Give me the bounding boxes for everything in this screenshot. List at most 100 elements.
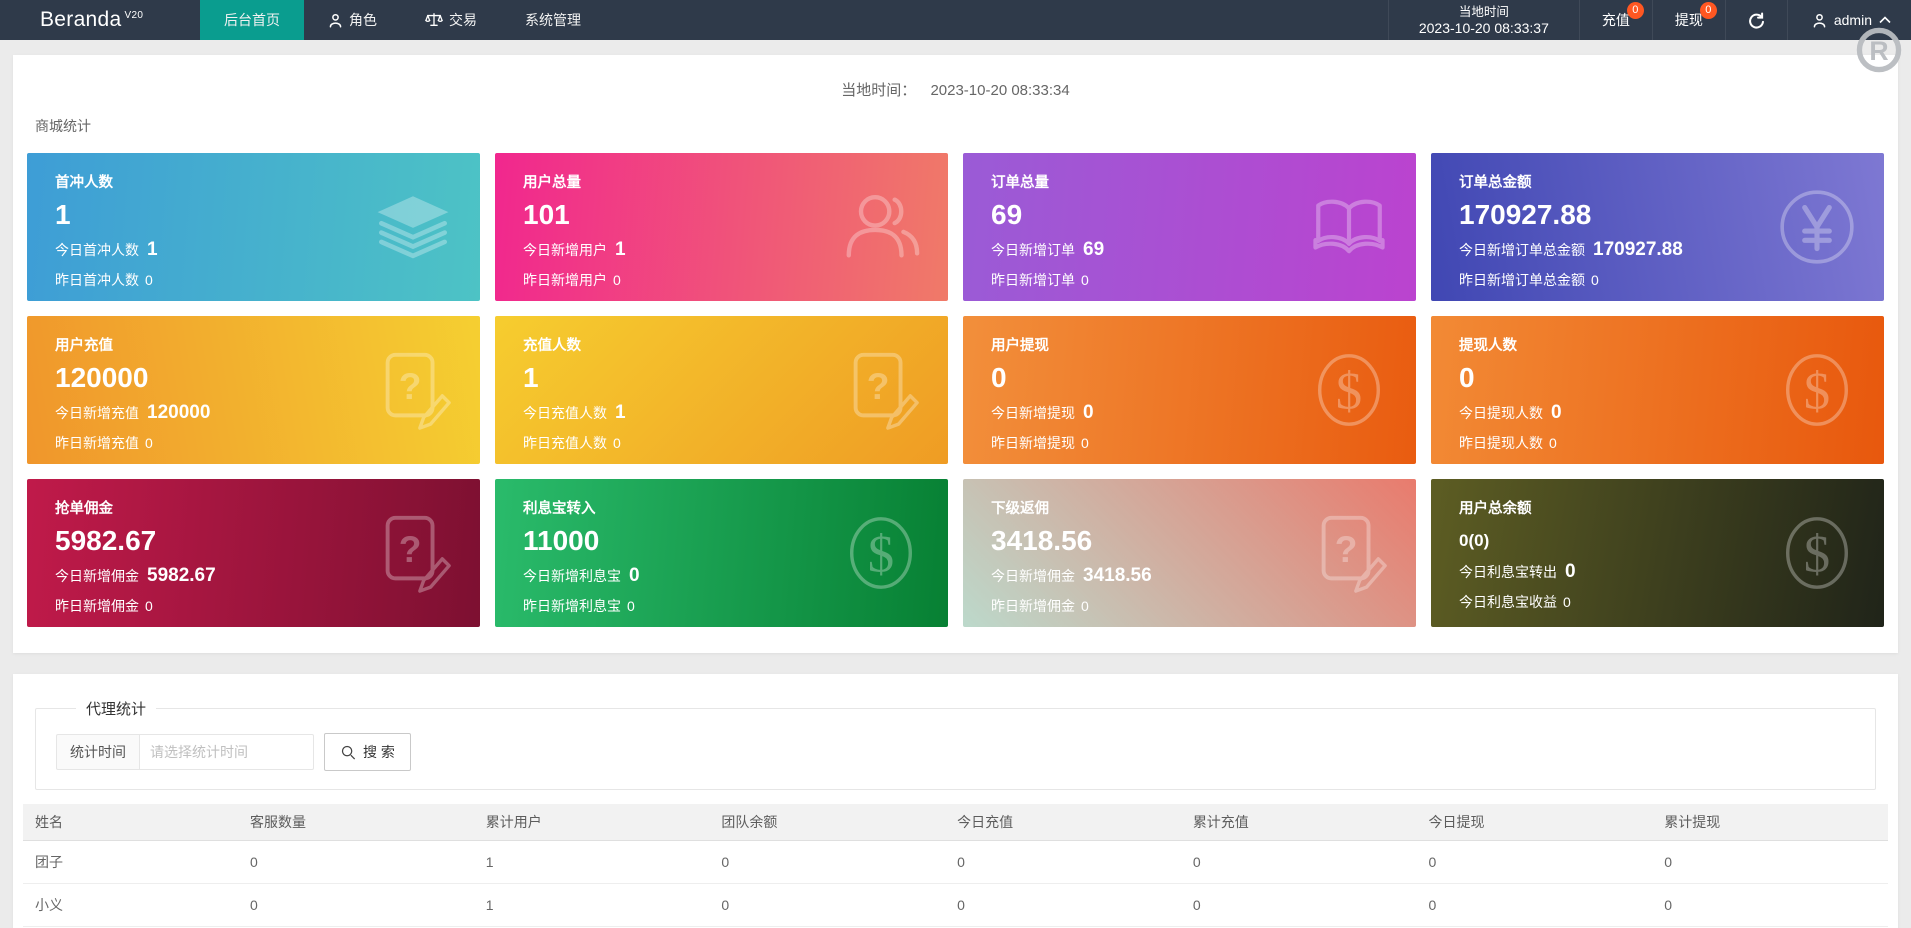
table-cell: 小义 [23, 883, 238, 927]
card-title: 用户充值 [55, 338, 113, 354]
nav-item-label: 系统管理 [525, 12, 581, 28]
table-cell: 0 [945, 883, 1181, 927]
svg-text:?: ? [399, 528, 422, 570]
table-cell: 0 [1180, 883, 1417, 927]
card-title: 充值人数 [523, 338, 581, 354]
stat-time-input[interactable] [140, 734, 314, 770]
card-line-label: 今日新增提现 [991, 405, 1075, 421]
section-title: 商城统计 [35, 118, 91, 134]
card-line: 今日新增提现 0 [991, 403, 1306, 423]
dollar-icon: $ [1776, 349, 1858, 431]
card-line: 昨日提现人数 0 [1459, 433, 1774, 453]
stat-card: 提现人数 0 今日提现人数 0 昨日提现人数 0 $ [1431, 316, 1884, 464]
card-line-label: 今日利息宝收益 [1459, 594, 1557, 610]
user-icon [1812, 13, 1827, 28]
card-line-value: 0 [629, 565, 640, 586]
search-button[interactable]: 搜 索 [324, 733, 411, 771]
app-logo-text: Beranda [40, 8, 122, 31]
card-line-value: 0 [145, 272, 153, 288]
stat-card: 用户充值 120000 今日新增充值 120000 昨日新增充值 0 ? [27, 316, 480, 464]
table-cell: 团子 [23, 840, 238, 884]
navbar-local-time: 当地时间 2023-10-20 08:33:37 [1387, 0, 1579, 40]
overview-time-value: 2023-10-20 08:33:34 [930, 82, 1070, 99]
refresh-button[interactable] [1724, 0, 1787, 40]
svg-text:$: $ [1804, 363, 1830, 421]
card-line-label: 昨日新增订单总金额 [1459, 272, 1585, 288]
search-button-label: 搜 索 [363, 744, 395, 760]
table-header-cell: 姓名 [23, 804, 238, 841]
card-value: 170927.88 [1459, 199, 1592, 230]
card-line-value: 0 [1563, 594, 1571, 610]
edit-doc-icon: ? [840, 349, 922, 431]
table-row: 团子 0 1 0 0 0 0 0 [23, 840, 1888, 884]
table-cell: 0 [1416, 883, 1653, 927]
card-line-value: 1 [147, 239, 158, 260]
recharge-badge: 0 [1626, 2, 1644, 19]
card-line: 昨日新增充值 0 [55, 433, 370, 453]
card-value: 1 [523, 362, 539, 393]
card-line: 昨日首冲人数 0 [55, 270, 370, 290]
app-logo-version: V20 [124, 9, 144, 21]
table-cell: 0 [238, 883, 474, 927]
card-line-value: 0 [627, 598, 635, 614]
table-cell: 0 [1652, 840, 1888, 884]
nav-menu: 后台首页 角色 交易 系统管理 [200, 0, 605, 40]
card-value: 0 [991, 362, 1007, 393]
dollar-icon: $ [840, 512, 922, 594]
navbar-right: 当地时间 2023-10-20 08:33:37 充值 0 提现 0 admin [1387, 0, 1911, 40]
card-line-label: 今日新增订单 [991, 242, 1075, 258]
card-line-label: 昨日首冲人数 [55, 272, 139, 288]
card-line-label: 今日充值人数 [523, 405, 607, 421]
stat-card: 用户提现 0 今日新增提现 0 昨日新增提现 0 $ [963, 316, 1416, 464]
withdraw-button[interactable]: 提现 0 [1651, 0, 1725, 40]
card-line: 昨日新增佣金 0 [991, 596, 1306, 616]
card-title: 用户提现 [991, 338, 1049, 354]
card-line: 今日新增订单 69 [991, 240, 1306, 260]
nav-item-home[interactable]: 后台首页 [200, 0, 304, 40]
card-value: 11000 [523, 525, 600, 556]
card-line-label: 今日新增用户 [523, 242, 607, 258]
table-cell: 0 [1416, 840, 1653, 884]
card-line-label: 今日新增利息宝 [523, 568, 621, 584]
scale-icon [425, 12, 443, 28]
card-line-value: 0 [613, 435, 621, 451]
nav-item-roles[interactable]: 角色 [304, 0, 401, 40]
table-cell: 1 [473, 883, 710, 927]
card-line-value: 120000 [147, 402, 211, 423]
card-line-value: 1 [615, 239, 626, 260]
card-line: 今日新增利息宝 0 [523, 566, 838, 586]
edit-doc-icon: ? [372, 349, 454, 431]
table-cell: 0 [1180, 840, 1417, 884]
overview-local-time: 当地时间： 2023-10-20 08:33:34 [27, 79, 1884, 100]
person-icon [328, 13, 343, 28]
table-cell: 1 [473, 840, 710, 884]
card-line: 今日新增佣金 5982.67 [55, 566, 370, 586]
card-line-value: 0 [145, 435, 153, 451]
agent-table-body: 团子0100000小义0100000小洋0100000 [23, 840, 1888, 928]
table-header-cell: 今日提现 [1416, 804, 1653, 841]
svg-text:?: ? [1335, 528, 1358, 570]
card-line: 昨日新增订单总金额 0 [1459, 270, 1774, 290]
card-value: 3418.56 [991, 525, 1093, 556]
edit-doc-icon: ? [1308, 512, 1390, 594]
card-line-label: 昨日新增利息宝 [523, 598, 621, 614]
overview-time-label: 当地时间： [841, 82, 917, 99]
card-line-label: 今日新增佣金 [991, 568, 1075, 584]
nav-item-label: 角色 [349, 12, 377, 28]
yuan-icon [1776, 186, 1858, 268]
card-line: 今日提现人数 0 [1459, 403, 1774, 423]
recharge-button[interactable]: 充值 0 [1578, 0, 1652, 40]
stat-card: 下级返佣 3418.56 今日新增佣金 3418.56 昨日新增佣金 0 ? [963, 479, 1416, 627]
card-title: 抢单佣金 [55, 501, 113, 517]
card-line: 今日首冲人数 1 [55, 240, 370, 260]
stat-card: 用户总余额 0(0) 今日利息宝转出 0 今日利息宝收益 0 $ [1431, 479, 1884, 627]
recharge-label: 充值 [1601, 12, 1630, 28]
nav-item-trade[interactable]: 交易 [401, 0, 501, 40]
table-row: 小义 0 1 0 0 0 0 0 [23, 883, 1888, 927]
card-line-value: 0 [1551, 402, 1562, 423]
nav-item-system[interactable]: 系统管理 [501, 0, 605, 40]
app-logo: Beranda V20 [0, 0, 200, 40]
card-title: 利息宝转入 [523, 501, 596, 517]
card-title: 提现人数 [1459, 338, 1517, 354]
stat-card: 首冲人数 1 今日首冲人数 1 昨日首冲人数 0 [27, 153, 480, 301]
